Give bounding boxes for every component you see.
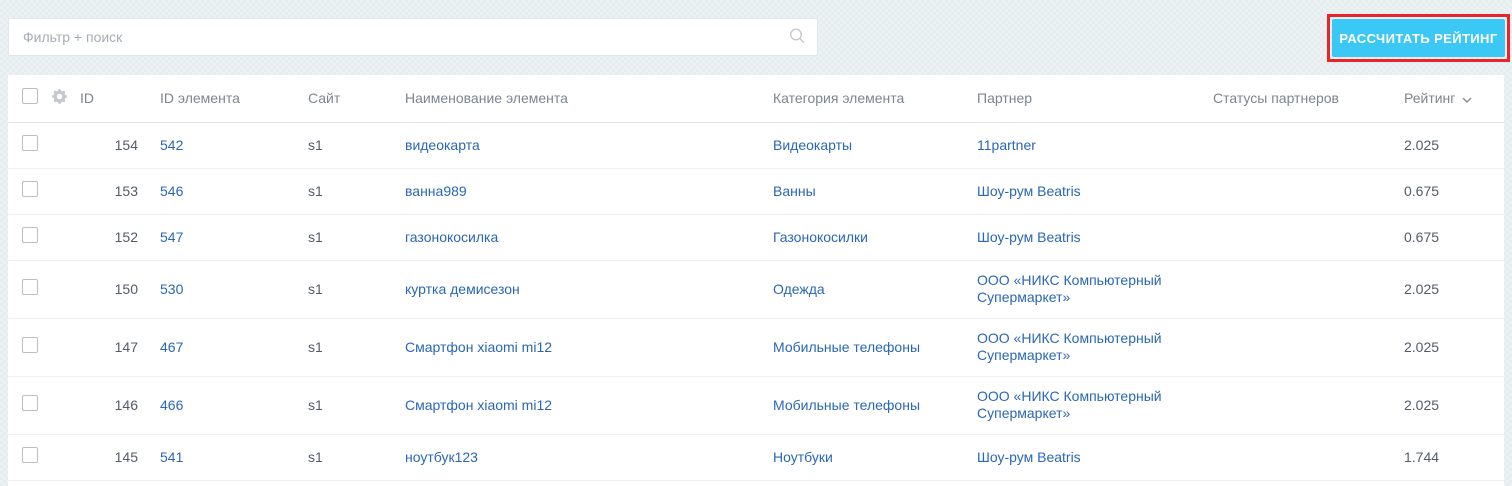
sort-desc-chevron-icon — [1462, 97, 1472, 103]
category-link[interactable]: Ванны — [773, 183, 816, 199]
table-row: 145 541 s1 ноутбук123 Ноутбуки Шоу-рум B… — [8, 434, 1504, 481]
row-checkbox[interactable] — [22, 395, 38, 411]
element-name-link[interactable]: куртка демисезон — [405, 281, 520, 297]
element-name-link[interactable]: ноутбук123 — [405, 449, 478, 465]
cell-id: 146 — [80, 376, 160, 435]
cell-id: 147 — [80, 318, 160, 377]
table-row: 152 547 s1 газонокосилка Газонокосилки Ш… — [8, 214, 1504, 261]
table-row: 150 530 s1 куртка демисезон Одежда ООО «… — [8, 260, 1504, 319]
column-header-name[interactable]: Наименование элемента — [405, 75, 773, 123]
element-id-link[interactable]: 541 — [160, 449, 183, 465]
search-button[interactable] — [777, 19, 817, 55]
table-row: 147 467 s1 Смартфон xiaomi mi12 Мобильны… — [8, 318, 1504, 377]
column-header-partner-statuses[interactable]: Статусы партнеров — [1213, 75, 1404, 123]
element-name-link[interactable]: Смартфон xiaomi mi12 — [405, 397, 552, 413]
row-checkbox[interactable] — [22, 337, 38, 353]
row-checkbox[interactable] — [22, 227, 38, 243]
category-link[interactable]: Газонокосилки — [773, 229, 868, 245]
cell-site: s1 — [308, 318, 405, 377]
column-header-element-id[interactable]: ID элемента — [160, 75, 308, 123]
partial-next-row — [8, 480, 1504, 486]
select-all-checkbox[interactable] — [22, 88, 38, 105]
cell-partner-statuses — [1213, 376, 1404, 435]
annotation-highlight: РАССЧИТАТЬ РЕЙТИНГ — [1327, 14, 1510, 62]
cell-id: 154 — [80, 122, 160, 169]
cell-partner-statuses — [1213, 260, 1404, 319]
cell-rating: 1.744 — [1404, 434, 1504, 481]
cell-rating: 2.025 — [1404, 260, 1504, 319]
filter-search-bar[interactable] — [8, 18, 818, 56]
cell-rating: 2.025 — [1404, 318, 1504, 377]
category-link[interactable]: Ноутбуки — [773, 449, 833, 465]
element-id-link[interactable]: 467 — [160, 339, 183, 355]
cell-id: 153 — [80, 168, 160, 215]
partner-link[interactable]: ООО «НИКС Компьютерный Супермаркет» — [977, 388, 1162, 421]
table-row: 153 546 s1 ванна989 Ванны Шоу-рум Beatri… — [8, 168, 1504, 215]
element-name-link[interactable]: видеокарта — [405, 137, 480, 153]
cell-rating: 2.025 — [1404, 376, 1504, 435]
table-row: 146 466 s1 Смартфон xiaomi mi12 Мобильны… — [8, 376, 1504, 435]
table-row: 154 542 s1 видеокарта Видеокарты 11partn… — [8, 122, 1504, 169]
category-link[interactable]: Мобильные телефоны — [773, 397, 920, 413]
row-checkbox[interactable] — [22, 181, 38, 197]
cell-partner-statuses — [1213, 122, 1404, 169]
element-id-link[interactable]: 466 — [160, 397, 183, 413]
element-name-link[interactable]: газонокосилка — [405, 229, 498, 245]
cell-site: s1 — [308, 122, 405, 169]
ratings-grid: ID ID элемента Сайт Наименование элемент… — [8, 75, 1504, 486]
category-link[interactable]: Одежда — [773, 281, 825, 297]
element-id-link[interactable]: 530 — [160, 281, 183, 297]
cell-site: s1 — [308, 168, 405, 215]
cell-id: 152 — [80, 214, 160, 261]
cell-site: s1 — [308, 260, 405, 319]
cell-partner-statuses — [1213, 214, 1404, 261]
partner-link[interactable]: ООО «НИКС Компьютерный Супермаркет» — [977, 330, 1162, 363]
row-checkbox[interactable] — [22, 447, 38, 463]
cell-site: s1 — [308, 214, 405, 261]
cell-id: 145 — [80, 434, 160, 481]
cell-partner-statuses — [1213, 318, 1404, 377]
cell-partner-statuses — [1213, 168, 1404, 215]
row-checkbox[interactable] — [22, 135, 38, 151]
element-name-link[interactable]: Смартфон xiaomi mi12 — [405, 339, 552, 355]
element-id-link[interactable]: 542 — [160, 137, 183, 153]
cell-rating: 0.675 — [1404, 214, 1504, 261]
partner-link[interactable]: Шоу-рум Beatris — [977, 449, 1081, 465]
search-icon — [787, 26, 807, 49]
column-header-rating[interactable]: Рейтинг — [1404, 75, 1504, 123]
grid-settings-gear-icon[interactable] — [52, 88, 67, 104]
partner-link[interactable]: Шоу-рум Beatris — [977, 183, 1081, 199]
partner-link[interactable]: Шоу-рум Beatris — [977, 229, 1081, 245]
partner-link[interactable]: 11partner — [977, 137, 1036, 153]
column-header-category[interactable]: Категория элемента — [773, 75, 977, 123]
category-link[interactable]: Мобильные телефоны — [773, 339, 920, 355]
column-header-site[interactable]: Сайт — [308, 75, 405, 123]
cell-rating: 0.675 — [1404, 168, 1504, 215]
cell-id: 150 — [80, 260, 160, 319]
cell-site: s1 — [308, 434, 405, 481]
element-id-link[interactable]: 547 — [160, 229, 183, 245]
category-link[interactable]: Видеокарты — [773, 137, 852, 153]
cell-rating: 2.025 — [1404, 122, 1504, 169]
cell-partner-statuses — [1213, 434, 1404, 481]
filter-search-input[interactable] — [9, 19, 777, 55]
grid-header-row: ID ID элемента Сайт Наименование элемент… — [8, 75, 1504, 123]
element-id-link[interactable]: 546 — [160, 183, 183, 199]
row-checkbox[interactable] — [22, 279, 38, 295]
calculate-rating-button[interactable]: РАССЧИТАТЬ РЕЙТИНГ — [1332, 19, 1505, 57]
partner-link[interactable]: ООО «НИКС Компьютерный Супермаркет» — [977, 272, 1162, 305]
element-name-link[interactable]: ванна989 — [405, 183, 467, 199]
column-header-partner[interactable]: Партнер — [977, 75, 1213, 123]
cell-site: s1 — [308, 376, 405, 435]
column-header-id[interactable]: ID — [80, 75, 160, 123]
